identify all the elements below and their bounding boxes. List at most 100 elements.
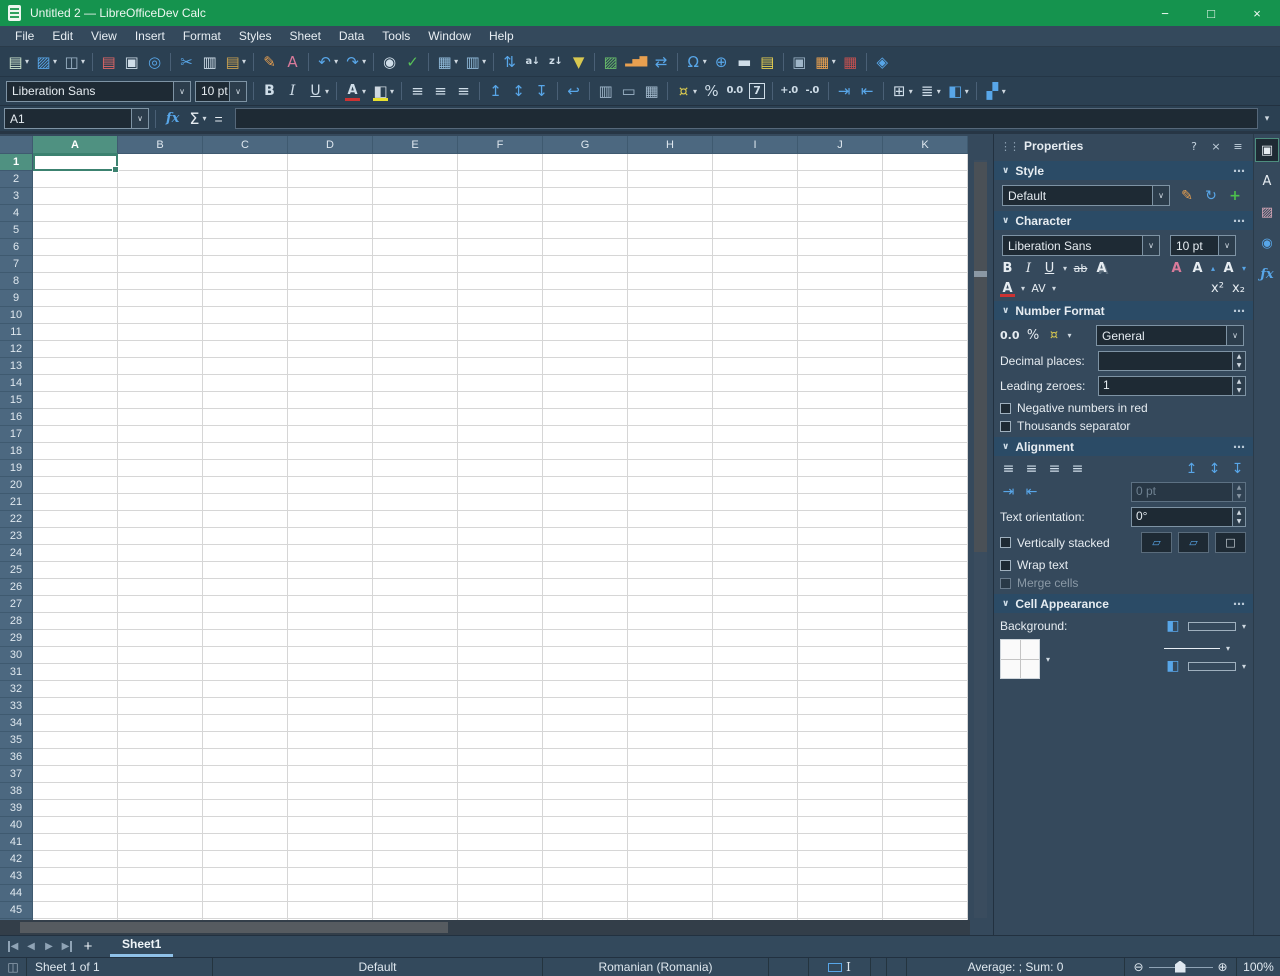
cell-K16[interactable] bbox=[883, 409, 968, 426]
format-currency-icon[interactable]: ¤ bbox=[1047, 328, 1062, 343]
cell-A7[interactable] bbox=[33, 256, 118, 273]
cell-A17[interactable] bbox=[33, 426, 118, 443]
cell-E17[interactable] bbox=[373, 426, 458, 443]
cell-D29[interactable] bbox=[288, 630, 373, 647]
cell-J41[interactable] bbox=[798, 834, 883, 851]
cell-G36[interactable] bbox=[543, 749, 628, 766]
insert-special-character-button[interactable]: Ω ▾ bbox=[682, 50, 710, 74]
cell-G22[interactable] bbox=[543, 511, 628, 528]
cell-J11[interactable] bbox=[798, 324, 883, 341]
cell-H23[interactable] bbox=[628, 528, 713, 545]
cell-C42[interactable] bbox=[203, 851, 288, 868]
sort-button[interactable]: ⇅ bbox=[498, 50, 521, 74]
cell-C13[interactable] bbox=[203, 358, 288, 375]
cell-H6[interactable] bbox=[628, 239, 713, 256]
cell-I35[interactable] bbox=[713, 732, 798, 749]
cell-D6[interactable] bbox=[288, 239, 373, 256]
menu-sheet[interactable]: Sheet bbox=[281, 26, 330, 46]
cell-K18[interactable] bbox=[883, 443, 968, 460]
cell-B14[interactable] bbox=[118, 375, 203, 392]
sidebar-align-right-icon[interactable]: ≡ bbox=[1046, 461, 1063, 477]
cell-C5[interactable] bbox=[203, 222, 288, 239]
cell-F38[interactable] bbox=[458, 783, 543, 800]
cell-J37[interactable] bbox=[798, 766, 883, 783]
cell-K20[interactable] bbox=[883, 477, 968, 494]
cell-C10[interactable] bbox=[203, 307, 288, 324]
cell-D28[interactable] bbox=[288, 613, 373, 630]
row-header-1[interactable]: 1 bbox=[0, 154, 33, 171]
vertically-stacked-checkbox[interactable] bbox=[1000, 537, 1011, 548]
cell-F41[interactable] bbox=[458, 834, 543, 851]
row-header-36[interactable]: 36 bbox=[0, 749, 33, 766]
cell-K38[interactable] bbox=[883, 783, 968, 800]
cell-B28[interactable] bbox=[118, 613, 203, 630]
cell-A28[interactable] bbox=[33, 613, 118, 630]
first-sheet-icon[interactable]: ◀ bbox=[4, 941, 22, 952]
cell-F35[interactable] bbox=[458, 732, 543, 749]
cell-A11[interactable] bbox=[33, 324, 118, 341]
number-format-more-options-icon[interactable]: ⋯ bbox=[1233, 304, 1245, 318]
cell-E10[interactable] bbox=[373, 307, 458, 324]
find-and-replace-button[interactable]: ◉ bbox=[378, 50, 401, 74]
row-header-44[interactable]: 44 bbox=[0, 885, 33, 902]
cell-D44[interactable] bbox=[288, 885, 373, 902]
cell-K44[interactable] bbox=[883, 885, 968, 902]
cell-E34[interactable] bbox=[373, 715, 458, 732]
cell-H42[interactable] bbox=[628, 851, 713, 868]
cell-I4[interactable] bbox=[713, 205, 798, 222]
add-decimal-place-button[interactable]: +.0 bbox=[777, 79, 801, 103]
cell-C35[interactable] bbox=[203, 732, 288, 749]
character-spacing-icon[interactable]: AV bbox=[1031, 282, 1046, 295]
menu-window[interactable]: Window bbox=[419, 26, 480, 46]
cell-I24[interactable] bbox=[713, 545, 798, 562]
cell-H4[interactable] bbox=[628, 205, 713, 222]
cell-E40[interactable] bbox=[373, 817, 458, 834]
cell-K42[interactable] bbox=[883, 851, 968, 868]
format-percent-icon[interactable]: % bbox=[1026, 328, 1041, 343]
section-number-format[interactable]: ∨ Number Format ⋯ bbox=[994, 301, 1253, 320]
cell-K2[interactable] bbox=[883, 171, 968, 188]
cell-J12[interactable] bbox=[798, 341, 883, 358]
highlighting-color-button[interactable]: ◧ ▾ bbox=[369, 79, 397, 103]
cell-J15[interactable] bbox=[798, 392, 883, 409]
shadow-icon[interactable]: A bbox=[1094, 261, 1109, 276]
cell-K17[interactable] bbox=[883, 426, 968, 443]
cell-G5[interactable] bbox=[543, 222, 628, 239]
name-box-dropdown-icon[interactable]: ∨ bbox=[131, 109, 148, 128]
cell-A44[interactable] bbox=[33, 885, 118, 902]
cell-C29[interactable] bbox=[203, 630, 288, 647]
cell-J10[interactable] bbox=[798, 307, 883, 324]
cell-H12[interactable] bbox=[628, 341, 713, 358]
clear-direct-formatting-icon[interactable]: A bbox=[1169, 261, 1184, 276]
row-header-14[interactable]: 14 bbox=[0, 375, 33, 392]
cell-C3[interactable] bbox=[203, 188, 288, 205]
cell-F15[interactable] bbox=[458, 392, 543, 409]
cell-B2[interactable] bbox=[118, 171, 203, 188]
cell-D32[interactable] bbox=[288, 681, 373, 698]
cell-D23[interactable] bbox=[288, 528, 373, 545]
expand-formula-bar-icon[interactable]: ▾ bbox=[1258, 114, 1276, 124]
font-color-button[interactable]: A ▾ bbox=[341, 79, 369, 103]
autoformat-styles-button[interactable]: ▦ ▾ bbox=[811, 50, 839, 74]
cell-F1[interactable] bbox=[458, 154, 543, 171]
cell-K7[interactable] bbox=[883, 256, 968, 273]
cell-I20[interactable] bbox=[713, 477, 798, 494]
cell-H39[interactable] bbox=[628, 800, 713, 817]
delete-decimal-place-button[interactable]: -.0 bbox=[801, 79, 824, 103]
cell-G30[interactable] bbox=[543, 647, 628, 664]
insert-pivot-table-button[interactable]: ⇄ bbox=[650, 50, 673, 74]
sidebar-font-color-icon[interactable]: A bbox=[1000, 281, 1015, 297]
cell-A12[interactable] bbox=[33, 341, 118, 358]
cell-J40[interactable] bbox=[798, 817, 883, 834]
paste-dropdown-icon[interactable]: ▾ bbox=[242, 57, 246, 66]
insert-rows-dropdown-icon[interactable]: ▾ bbox=[454, 57, 458, 66]
cell-E30[interactable] bbox=[373, 647, 458, 664]
highlighting-color-dropdown-icon[interactable]: ▾ bbox=[390, 87, 394, 96]
cell-border-dropdown-icon[interactable]: ▾ bbox=[1046, 655, 1050, 664]
cell-border-selector[interactable] bbox=[1000, 639, 1040, 679]
cell-F8[interactable] bbox=[458, 273, 543, 290]
column-header-F[interactable]: F bbox=[458, 136, 543, 154]
add-sheet-button[interactable]: + bbox=[76, 938, 100, 955]
cell-G12[interactable] bbox=[543, 341, 628, 358]
cell-B34[interactable] bbox=[118, 715, 203, 732]
